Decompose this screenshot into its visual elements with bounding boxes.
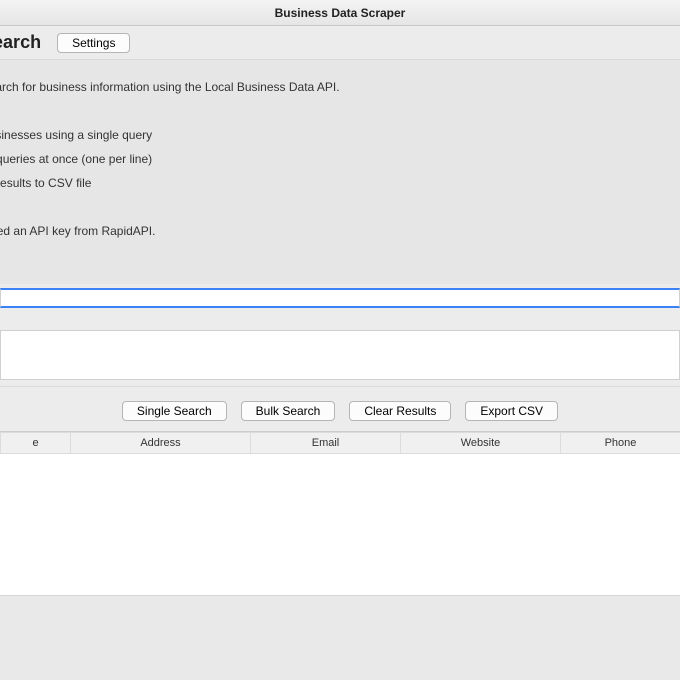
window-titlebar: Business Data Scraper	[0, 0, 680, 26]
action-buttons-row: Single Search Bulk Search Clear Results …	[0, 386, 680, 431]
table-header-row: e Address Email Website Phone	[1, 433, 680, 454]
info-api-note: plication, you need an API key from Rapi…	[0, 222, 672, 240]
info-block: allows you to search for business inform…	[0, 60, 680, 284]
col-phone[interactable]: Phone	[561, 433, 680, 454]
footer-area	[0, 595, 680, 680]
export-csv-button[interactable]: Export CSV	[465, 401, 558, 421]
clear-results-button[interactable]: Clear Results	[349, 401, 451, 421]
bulk-search-button-label: Bulk Search	[256, 404, 321, 418]
col-name[interactable]: e	[1, 433, 71, 454]
col-email[interactable]: Email	[251, 433, 401, 454]
info-line-3: ts: Save search results to CSV file	[0, 174, 672, 192]
single-search-button-label: Single Search	[137, 404, 212, 418]
info-line-2: Search multiple queries at once (one per…	[0, 150, 672, 168]
settings-button[interactable]: Settings	[57, 33, 130, 53]
results-table: e Address Email Website Phone	[0, 432, 680, 454]
window-title: Business Data Scraper	[275, 6, 406, 20]
info-intro: allows you to search for business inform…	[0, 78, 672, 96]
single-search-button[interactable]: Single Search	[122, 401, 227, 421]
export-csv-button-label: Export CSV	[480, 404, 543, 418]
bulk-label: uery per line):	[0, 316, 680, 330]
col-website[interactable]: Website	[401, 433, 561, 454]
page-title: ess Search	[0, 32, 41, 53]
clear-results-button-label: Clear Results	[364, 404, 436, 418]
bulk-search-textarea[interactable]: an francisco wn	[0, 330, 680, 380]
bulk-search-button[interactable]: Bulk Search	[241, 401, 336, 421]
bulk-line-1: an francisco	[0, 356, 679, 367]
single-search-input[interactable]	[0, 288, 680, 308]
col-address[interactable]: Address	[71, 433, 251, 454]
settings-button-label: Settings	[72, 36, 115, 50]
info-line-1: h: Search for businesses using a single …	[0, 126, 672, 144]
header-row: ess Search Settings	[0, 26, 680, 60]
